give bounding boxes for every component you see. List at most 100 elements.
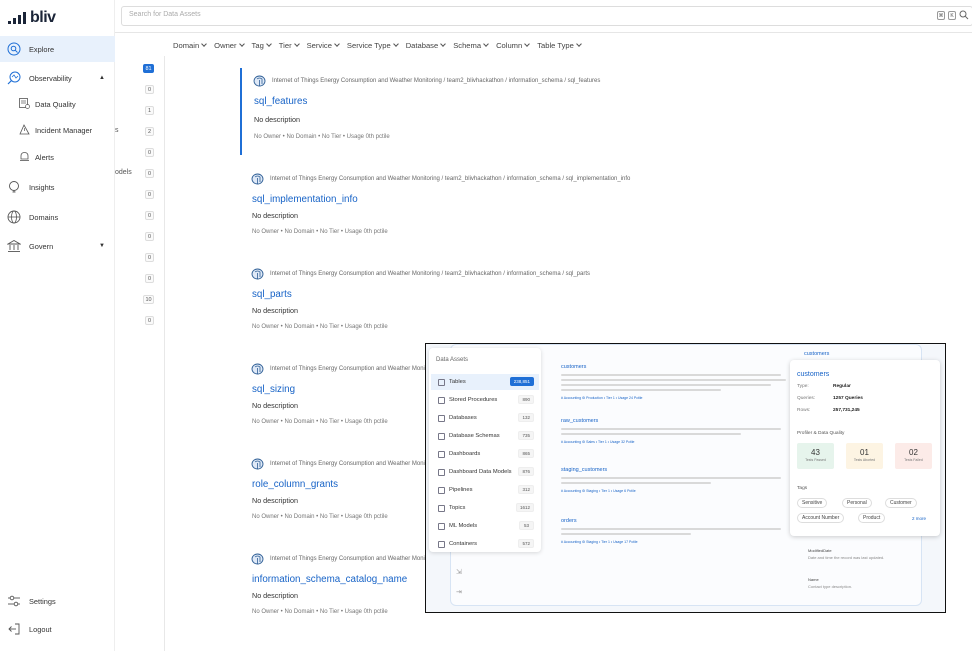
search-result-card[interactable]: Internet of Things Energy Consumption an… — [242, 451, 442, 531]
breadcrumb-item[interactable]: Internet of Things Energy Consumption an… — [270, 176, 440, 182]
search-result-card[interactable]: Internet of Things Energy Consumption an… — [242, 356, 442, 436]
preview-tag-chip: Sensitive — [797, 498, 828, 508]
preview-detail-key: Rows: — [797, 408, 811, 413]
breadcrumb-item[interactable]: Internet of Things Energy Consumption an… — [270, 366, 440, 372]
filter-label: Table Type — [537, 41, 574, 50]
filter-label: Database — [405, 41, 439, 50]
filter-schema[interactable]: Schema — [453, 41, 489, 50]
preview-stat-label: Tests Failed — [904, 458, 923, 462]
preview-tag-chip: Customer — [885, 498, 917, 508]
preview-column-desc: Date and time the record was last update… — [808, 555, 885, 560]
preview-asset-item: Stored Procedures 890 — [431, 392, 539, 408]
result-metadata: No Owner • No Domain • No Tier • Usage 0… — [252, 609, 388, 615]
domains-icon — [7, 210, 21, 224]
preview-asset-item: Database Schemas 735 — [431, 428, 539, 444]
keyboard-shortcut-icon: K — [948, 11, 956, 20]
filter-service-type[interactable]: Service Type — [347, 41, 399, 50]
preview-result: raw_customers # Accounting ⚙ Sales • Tie… — [561, 412, 791, 452]
filter-bar: Domain Owner Tag Tier Service Service Type Dat… — [165, 34, 972, 56]
preview-result-title: orders — [561, 518, 577, 524]
preview-column-name: ModifiedDate — [808, 548, 832, 553]
preview-detail-queries: Queries: 1257 Queries — [797, 396, 863, 401]
result-title-link[interactable]: information_schema_catalog_name — [252, 574, 407, 585]
result-title-link[interactable]: sql_implementation_info — [252, 194, 358, 205]
breadcrumb: Internet of Things Energy Consumption an… — [270, 271, 591, 277]
sidebar-item-logout[interactable]: Logout — [0, 616, 115, 642]
sidebar-item-alerts[interactable]: Alerts — [0, 144, 115, 170]
preview-result-title: customers — [561, 364, 587, 370]
sidebar-item-label: Incident Manager — [35, 126, 93, 135]
filter-table-type[interactable]: Table Type — [537, 41, 582, 50]
filter-tag[interactable]: Tag — [251, 41, 272, 50]
breadcrumb: Internet of Things Energy Consumption an… — [270, 176, 631, 182]
sidebar-item-settings[interactable]: Settings — [0, 588, 115, 614]
sidebar-item-observability[interactable]: Observability ▲ — [0, 65, 115, 91]
result-title-link[interactable]: role_column_grants — [252, 479, 338, 490]
preview-result: orders # Accounting ⚙ Staging • Tier 1 •… — [561, 512, 791, 552]
filter-label: Domain — [173, 41, 200, 50]
result-metadata: No Owner • No Domain • No Tier • Usage 0… — [252, 229, 388, 235]
preview-stat-value: 01 — [860, 448, 869, 457]
preview-asset-label: Dashboards — [449, 451, 481, 457]
filter-database[interactable]: Database — [405, 41, 447, 50]
sidebar-item-domains[interactable]: Domains — [0, 204, 115, 230]
filter-tier[interactable]: Tier — [278, 41, 300, 50]
preview-stat-label: Tests Passed — [805, 458, 826, 462]
result-title-link[interactable]: sql_sizing — [252, 384, 295, 395]
breadcrumb-item[interactable]: sql_features — [568, 78, 601, 84]
filter-owner[interactable]: Owner — [214, 41, 245, 50]
breadcrumb-item[interactable]: Internet of Things Energy Consumption an… — [270, 556, 440, 562]
breadcrumb-item[interactable]: sql_implementation_info — [566, 176, 631, 182]
breadcrumb-item[interactable]: team2_blivhackathon — [445, 176, 502, 182]
result-title-link[interactable]: sql_parts — [252, 289, 292, 300]
preview-asset-label: Pipelines — [449, 487, 473, 493]
preview-asset-item: Topics 1612 — [431, 500, 539, 516]
preview-detail-key: Type: — [797, 384, 809, 389]
filter-column[interactable]: Column — [496, 41, 531, 50]
search-result-card[interactable]: Internet of Things Energy Consumption an… — [240, 68, 600, 155]
preview-column-desc: Contact type description. — [808, 584, 853, 589]
sidebar-item-data-quality[interactable]: Data Quality — [0, 91, 115, 117]
preview-asset-count: 238,851 — [509, 377, 534, 386]
search-result-card[interactable]: Internet of Things Energy Consumption an… — [242, 261, 590, 341]
postgres-icon — [251, 458, 264, 470]
breadcrumb-item[interactable]: team2_blivhackathon — [447, 78, 504, 84]
preview-stat-value: 43 — [811, 448, 820, 457]
asset-count-badge: 0 — [145, 253, 154, 262]
logout-icon — [8, 623, 20, 635]
sidebar-item-label: Explore — [29, 45, 55, 54]
breadcrumb-item[interactable]: Internet of Things Energy Consumption an… — [270, 271, 440, 277]
breadcrumb-item[interactable]: information_schema — [509, 78, 563, 84]
preview-asset-label: Dashboard Data Models — [449, 469, 512, 475]
search-result-card[interactable]: Internet of Things Energy Consumption an… — [242, 166, 630, 246]
asset-count-badge: 0 — [145, 211, 154, 220]
chevron-down-icon — [392, 41, 399, 47]
filter-label: Tier — [278, 41, 292, 50]
filter-service[interactable]: Service — [307, 41, 340, 50]
preview-result-tags: # Accounting ⚙ Staging • Tier 1 • Usage … — [561, 540, 638, 544]
breadcrumb-item[interactable]: information_schema — [507, 176, 561, 182]
preview-quality-header: Profiler & Data Quality — [797, 431, 845, 436]
asset-count-badge: 10 — [143, 295, 154, 304]
breadcrumb-item[interactable]: team2_blivhackathon — [445, 271, 502, 277]
preview-detail-value: Regular — [833, 384, 851, 389]
search-input[interactable]: Search for Data Assets ⌘ K — [121, 6, 972, 26]
logo-mark-icon — [8, 12, 26, 24]
preview-tag-chip: Account Number — [797, 513, 845, 523]
breadcrumb-item[interactable]: sql_parts — [566, 271, 590, 277]
asset-count-badge: 0 — [145, 148, 154, 157]
search-icon[interactable] — [959, 10, 969, 20]
sidebar-item-govern[interactable]: Govern ▼ — [0, 233, 115, 259]
preview-tests-failed: 02 Tests Failed — [895, 443, 932, 469]
sidebar-item-explore[interactable]: Explore — [0, 36, 115, 62]
result-title-link[interactable]: sql_features — [254, 96, 307, 107]
sidebar-item-incident-manager[interactable]: Incident Manager — [0, 117, 115, 143]
sidebar-item-insights[interactable]: Insights — [0, 174, 115, 200]
breadcrumb-item[interactable]: Internet of Things Energy Consumption an… — [270, 461, 440, 467]
filter-label: Tag — [251, 41, 264, 50]
breadcrumb-item[interactable]: information_schema — [507, 271, 561, 277]
breadcrumb-item[interactable]: Internet of Things Energy Consumption an… — [272, 78, 442, 84]
search-result-card[interactable]: Internet of Things Energy Consumption an… — [242, 546, 442, 626]
filter-domain[interactable]: Domain — [173, 41, 208, 50]
preview-asset-item: Containers 572 — [431, 536, 539, 552]
